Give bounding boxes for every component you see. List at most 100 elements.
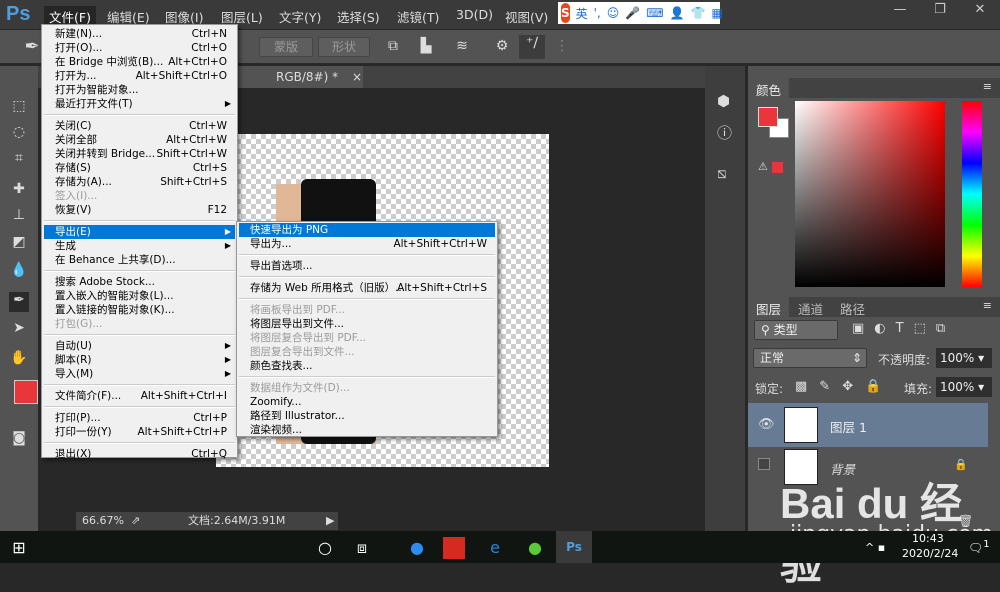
menu-item[interactable]: 打印(P)... Ctrl+P <box>44 411 235 425</box>
keyboard-icon[interactable]: ⌨ <box>646 6 663 20</box>
layer-row[interactable]: 👁 图层 1 <box>748 403 988 447</box>
path-alignment-icon[interactable]: ▙ <box>416 38 436 56</box>
hand-tool-icon[interactable]: ✋ <box>9 350 29 370</box>
color-picker-field[interactable] <box>795 101 945 287</box>
pen-tool-preset-icon[interactable]: ✒ <box>22 36 42 57</box>
menu-item[interactable]: 将图层导出到文件... <box>239 317 495 331</box>
menu-item[interactable]: 搜索 Adobe Stock... <box>44 275 235 289</box>
menu-item[interactable]: 存储为 Web 所用格式（旧版）... Alt+Shift+Ctrl+S <box>239 281 495 295</box>
menu-item[interactable]: 存储(S) Ctrl+S <box>44 161 235 175</box>
ime-toolbar[interactable]: S 英 ', ☺ 🎤 ⌨ 👤 👕 ▦ <box>558 2 723 24</box>
menu-item[interactable]: 文件简介(F)... Alt+Shift+Ctrl+I <box>44 389 235 403</box>
menu-item[interactable]: 打开为智能对象... <box>44 83 235 97</box>
visibility-toggle[interactable] <box>758 458 770 470</box>
tab-color[interactable]: 颜色 <box>748 78 790 101</box>
menu-item[interactable]: 脚本(R) ▶ <box>44 353 235 367</box>
menu-8[interactable]: 视图(V) <box>500 6 553 27</box>
close-button[interactable]: ✕ <box>960 0 1000 22</box>
menu-item[interactable]: 恢复(V) F12 <box>44 203 235 217</box>
menu-item[interactable]: 导入(M) ▶ <box>44 367 235 381</box>
menu-item[interactable]: 导出(E) ▶ <box>44 225 235 239</box>
photoshop-taskbar-icon[interactable]: Ps <box>556 531 592 563</box>
close-tab-icon[interactable]: × <box>352 70 362 84</box>
marquee-tool-icon[interactable]: ⬚ <box>9 98 29 118</box>
eraser-tool-icon[interactable]: ◩ <box>9 234 29 254</box>
task-view-icon[interactable]: ⧈ <box>347 535 377 561</box>
menu-item[interactable]: 在 Bridge 中浏览(B)... Alt+Ctrl+O <box>44 55 235 69</box>
menu-5[interactable]: 选择(S) <box>332 6 385 27</box>
menu-item[interactable]: 导出为... Alt+Shift+Ctrl+W <box>239 237 495 251</box>
menu-item[interactable]: 快速导出为 PNG <box>239 223 495 237</box>
edge-icon[interactable]: e <box>480 535 510 561</box>
menu-item[interactable]: Zoomify... <box>239 395 495 409</box>
path-arrangement-icon[interactable]: ≋ <box>452 38 472 56</box>
healing-brush-icon[interactable]: ✚ <box>9 181 29 201</box>
quick-mask-icon[interactable]: ◙ <box>9 430 29 450</box>
menu-item[interactable]: 最近打开文件(T) ▶ <box>44 97 235 111</box>
menu-4[interactable]: 文字(Y) <box>274 6 326 27</box>
adjustment-filter-icon[interactable]: ◐ <box>874 321 885 336</box>
user-icon[interactable]: 👤 <box>670 6 685 20</box>
blur-tool-icon[interactable]: 💧 <box>9 262 29 282</box>
tab-channels[interactable]: 通道 <box>790 297 831 320</box>
eye-icon[interactable]: 👁 <box>758 417 775 432</box>
menu-item[interactable]: 置入嵌入的智能对象(L)... <box>44 289 235 303</box>
document-tab[interactable]: RGB/8#) * × <box>238 66 363 88</box>
menu-item[interactable]: 在 Behance 上共享(D)... <box>44 253 235 267</box>
menu-item[interactable]: 关闭(C) Ctrl+W <box>44 119 235 133</box>
3d-icon[interactable]: ⬢ <box>717 92 730 110</box>
menu-6[interactable]: 滤镜(T) <box>392 6 444 27</box>
menu-item[interactable]: 打开(O)... Ctrl+O <box>44 41 235 55</box>
menu-item[interactable]: 打开为... Alt+Shift+Ctrl+O <box>44 69 235 83</box>
menu-item[interactable]: 导出首选项... <box>239 259 495 273</box>
menu-item[interactable]: 关闭并转到 Bridge... Shift+Ctrl+W <box>44 147 235 161</box>
tab-paths[interactable]: 路径 <box>832 297 873 320</box>
path-selection-icon[interactable]: ➤ <box>9 320 29 340</box>
gamut-warning-icon[interactable]: ⚠ <box>758 160 783 173</box>
tab-layers[interactable]: 图层 <box>748 297 790 320</box>
align-edges-icon[interactable]: ⋮ <box>552 38 572 56</box>
minimize-button[interactable]: — <box>880 0 920 22</box>
menu-item[interactable]: 置入链接的智能对象(K)... <box>44 303 235 317</box>
export-status-icon[interactable]: ⇗ <box>131 512 140 530</box>
info-icon[interactable]: ⓘ <box>717 122 732 143</box>
zoom-level[interactable]: 66.67% <box>82 512 124 530</box>
blend-mode-select[interactable]: 正常 ⇕ <box>753 348 867 368</box>
menu-item[interactable]: 存储为(A)... Shift+Ctrl+S <box>44 175 235 189</box>
layer-filter-select[interactable]: ⚲ 类型 <box>754 320 838 340</box>
opacity-input[interactable]: 100% ▾ <box>936 348 992 368</box>
lock-transparency-icon[interactable]: ▩ <box>795 379 807 394</box>
mask-button[interactable]: 蒙版 <box>259 37 313 57</box>
emoji-icon[interactable]: ☺ <box>607 6 620 20</box>
smart-object-filter-icon[interactable]: ⧉ <box>936 321 945 336</box>
shape-button[interactable]: 形状 <box>318 37 370 57</box>
panel-menu-icon[interactable]: ≡ <box>983 299 992 312</box>
foreground-color-swatch[interactable] <box>14 380 38 404</box>
menu-item[interactable]: 路径到 Illustrator... <box>239 409 495 423</box>
youdao-icon[interactable] <box>443 537 465 559</box>
foreground-color[interactable] <box>758 107 778 127</box>
type-filter-icon[interactable]: T <box>896 321 904 336</box>
menu-7[interactable]: 3D(D) <box>451 6 498 23</box>
gear-icon[interactable]: ⚙ <box>492 38 512 56</box>
path-operations-icon[interactable]: ⧉ <box>383 38 403 56</box>
status-menu-arrow-icon[interactable]: ▶ <box>326 512 334 530</box>
notification-icon[interactable]: 🗨1 <box>968 539 990 555</box>
pen-tool-icon[interactable]: ✒ <box>9 292 29 312</box>
restore-button[interactable]: ❐ <box>920 0 960 22</box>
tray-expand-icon[interactable]: ^ ▪ <box>865 541 885 554</box>
wechat-icon[interactable]: ● <box>520 535 550 561</box>
clock-time[interactable]: 10:43 <box>912 532 944 545</box>
menu-item[interactable]: 打印一份(Y) Alt+Shift+Ctrl+P <box>44 425 235 439</box>
hue-slider[interactable] <box>962 101 982 287</box>
start-button[interactable]: ⊞ <box>4 535 34 561</box>
lock-all-icon[interactable]: 🔒 <box>865 379 881 394</box>
ime-punct[interactable]: ', <box>594 6 601 20</box>
sogou-browser-icon[interactable]: ● <box>402 535 432 561</box>
stamp-tool-icon[interactable]: ⊥ <box>9 207 29 227</box>
mic-icon[interactable]: 🎤 <box>625 6 640 20</box>
shape-filter-icon[interactable]: ⬚ <box>914 321 926 336</box>
clock-date[interactable]: 2020/2/24 <box>902 547 958 560</box>
menu-item[interactable]: 新建(N)... Ctrl+N <box>44 27 235 41</box>
image-filter-icon[interactable]: ▣ <box>852 321 864 336</box>
